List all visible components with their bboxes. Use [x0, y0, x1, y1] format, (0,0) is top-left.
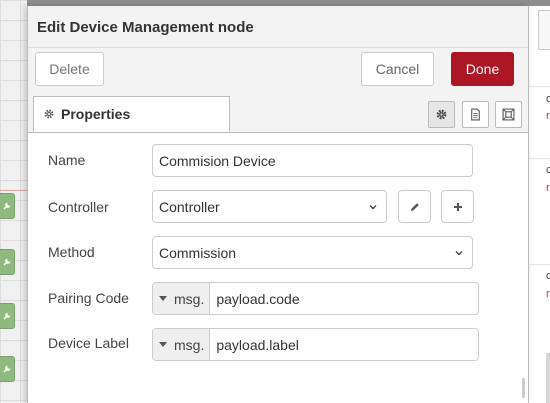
controller-label: Controller	[48, 199, 109, 215]
sidebar-divider	[528, 86, 550, 87]
name-input[interactable]: Commision Device	[152, 144, 473, 177]
edit-dialog: Edit Device Management node Delete Cance…	[27, 6, 529, 403]
controller-select[interactable]: Controller	[152, 190, 387, 223]
flow-node[interactable]	[0, 193, 15, 219]
pairing-code-type-selector[interactable]: msg.	[153, 283, 211, 314]
pairing-code-value: payload.code	[216, 290, 300, 307]
dialog-title: Edit Device Management node	[37, 19, 254, 36]
pairing-code-label: Pairing Code	[48, 290, 129, 306]
sidebar-tab[interactable]	[538, 10, 550, 50]
appearance-icon	[502, 108, 515, 121]
dialog-tabs: Properties	[28, 95, 528, 133]
name-input-value: Commision Device	[159, 152, 276, 169]
pairing-code-type: msg.	[174, 290, 205, 307]
gear-icon	[43, 108, 55, 120]
chevron-down-icon	[369, 204, 377, 209]
device-label-type-selector[interactable]: msg.	[153, 329, 211, 360]
method-select[interactable]: Commission	[152, 236, 473, 269]
cancel-button[interactable]: Cancel	[361, 52, 434, 86]
flow-node[interactable]	[0, 249, 15, 275]
chevron-down-icon	[455, 250, 463, 255]
delete-button[interactable]: Delete	[35, 52, 104, 86]
name-label: Name	[48, 152, 86, 168]
pairing-code-input[interactable]: msg. payload.code	[152, 282, 479, 315]
flow-node[interactable]	[0, 303, 15, 329]
properties-form: Name Commision Device Controller Control…	[28, 133, 528, 403]
gear-icon	[436, 109, 447, 120]
sidebar-message-fragment: c	[546, 270, 550, 282]
device-label-label: Device Label	[48, 335, 129, 351]
dialog-toolbar: Delete Cancel Done	[28, 48, 528, 95]
flow-workspace[interactable]	[0, 0, 27, 403]
controller-select-value: Controller	[159, 198, 220, 215]
sidebar-divider	[528, 264, 550, 265]
plus-icon	[453, 202, 462, 211]
device-label-input[interactable]: msg. payload.label	[152, 328, 479, 361]
dialog-scrollbar[interactable]	[522, 378, 525, 398]
description-icon	[471, 108, 480, 121]
method-label: Method	[48, 244, 95, 260]
sidebar-message-fragment: r	[546, 182, 550, 194]
caret-down-icon	[159, 296, 167, 301]
done-button[interactable]: Done	[451, 52, 514, 86]
tab-properties[interactable]: Properties	[33, 96, 230, 132]
flow-node[interactable]	[0, 356, 15, 382]
method-select-value: Commission	[159, 244, 237, 261]
settings-tab-button[interactable]	[428, 101, 455, 128]
sidebar-message-fragment: r	[546, 288, 550, 300]
flow-wire	[0, 190, 27, 191]
caret-down-icon	[159, 342, 167, 347]
edit-controller-button[interactable]	[398, 190, 431, 223]
right-sidebar: c r c r c r	[527, 6, 550, 403]
add-controller-button[interactable]	[441, 190, 474, 223]
pencil-icon	[410, 202, 419, 211]
tab-properties-label: Properties	[61, 106, 131, 122]
sidebar-message-fragment: r	[546, 110, 550, 122]
appearance-tab-button[interactable]	[495, 101, 522, 128]
wrench-icon	[3, 258, 11, 266]
sidebar-message-fragment: c	[546, 93, 550, 105]
device-label-type: msg.	[174, 336, 205, 353]
wrench-icon	[3, 365, 11, 373]
sidebar-message-fragment: c	[546, 164, 550, 176]
wrench-icon	[3, 312, 11, 320]
description-tab-button[interactable]	[462, 101, 489, 128]
wrench-icon	[3, 202, 11, 210]
sidebar-scrollbar[interactable]	[546, 353, 550, 403]
dialog-header: Edit Device Management node	[28, 6, 528, 48]
device-label-value: payload.label	[216, 336, 299, 353]
sidebar-divider	[528, 158, 550, 159]
